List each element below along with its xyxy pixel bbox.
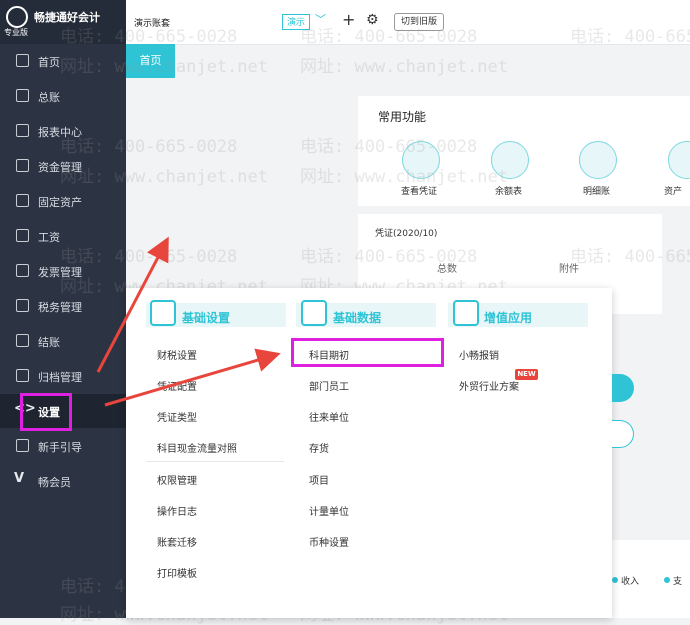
annotation-arrows — [96, 236, 281, 407]
arrow-to-opening-balances — [104, 348, 281, 407]
arrow-to-settings — [96, 236, 169, 373]
